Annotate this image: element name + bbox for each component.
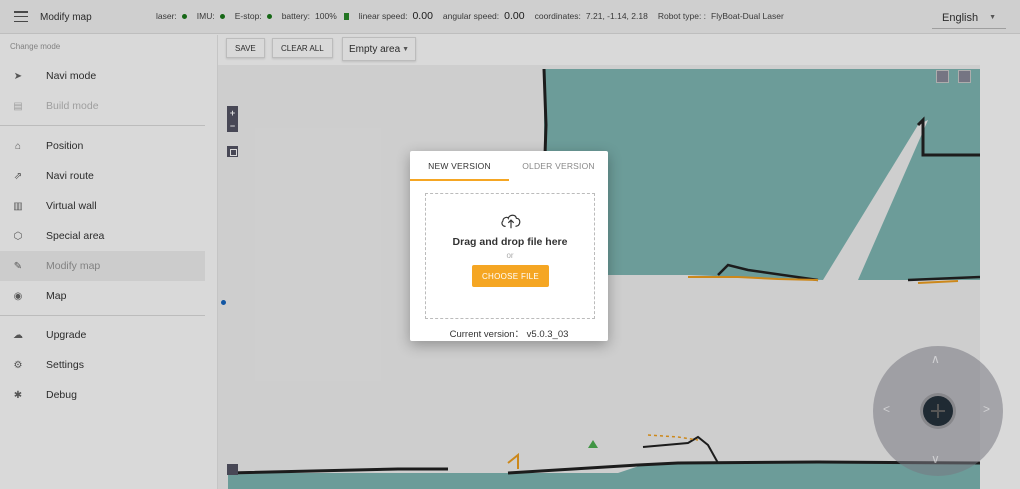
upgrade-dialog: NEW VERSION OLDER VERSION Drag and drop …: [410, 151, 608, 341]
joystick-down-icon: ∨: [931, 452, 940, 466]
joystick-up-icon: ∧: [931, 352, 940, 366]
joystick[interactable]: ∧ ∨ < >: [873, 346, 1003, 476]
joystick-left-icon: <: [883, 402, 891, 416]
or-text: or: [506, 251, 514, 260]
version-tabs: NEW VERSION OLDER VERSION: [410, 151, 608, 181]
joystick-right-icon: >: [983, 402, 991, 416]
choose-file-button[interactable]: CHOOSE FILE: [472, 265, 549, 287]
upload-cloud-icon: [501, 214, 521, 229]
current-version: Current version： v5.0.3_03: [449, 329, 569, 340]
drop-title: Drag and drop file here: [452, 236, 568, 248]
joystick-knob[interactable]: [923, 396, 953, 426]
tab-older-version[interactable]: OLDER VERSION: [509, 151, 608, 181]
file-dropzone[interactable]: Drag and drop file here or CHOOSE FILE: [425, 193, 595, 319]
tab-new-version[interactable]: NEW VERSION: [410, 151, 509, 181]
